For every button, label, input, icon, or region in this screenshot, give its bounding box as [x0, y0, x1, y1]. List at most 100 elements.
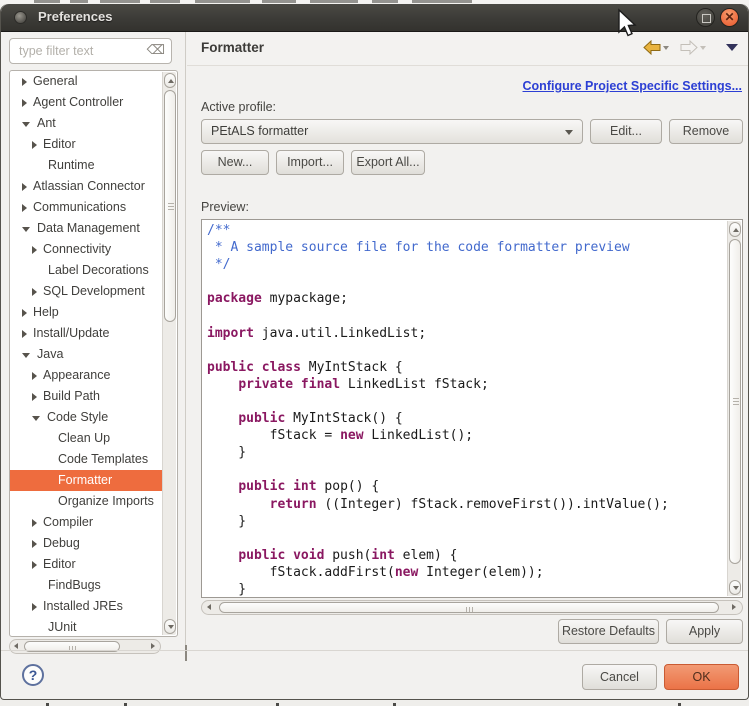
chevron-right-icon[interactable] [32, 519, 37, 527]
new-button[interactable]: New... [201, 150, 269, 175]
chevron-right-icon[interactable] [32, 561, 37, 569]
tree-item-connectivity[interactable]: Connectivity [10, 239, 162, 260]
chevron-down-icon[interactable] [22, 227, 30, 232]
chevron-right-icon[interactable] [32, 246, 37, 254]
forward-menu-icon[interactable] [700, 46, 706, 50]
chevron-right-icon[interactable] [22, 183, 27, 191]
tree-item-code-templates[interactable]: Code Templates [10, 449, 162, 470]
close-button[interactable]: ✕ [720, 8, 739, 27]
configure-project-settings-link[interactable]: Configure Project Specific Settings... [523, 79, 742, 93]
tree-item-general[interactable]: General [10, 71, 162, 92]
tree-item-organize-imports[interactable]: Organize Imports [10, 491, 162, 512]
back-icon[interactable] [643, 40, 661, 55]
tree-item-help[interactable]: Help [10, 302, 162, 323]
filter-input[interactable] [17, 42, 145, 60]
view-menu-icon[interactable] [726, 44, 738, 51]
export-all-button[interactable]: Export All... [351, 150, 425, 175]
profile-select[interactable]: PEtALS formatter [201, 119, 583, 144]
tree-item-formatter[interactable]: Formatter [10, 470, 162, 491]
chevron-right-icon[interactable] [32, 288, 37, 296]
tree-item-label: Runtime [48, 158, 95, 172]
code-line: /** [207, 222, 727, 239]
chevron-right-icon[interactable] [22, 330, 27, 338]
chevron-right-icon[interactable] [32, 540, 37, 548]
code-line: return ((Integer) fStack.removeFirst()).… [207, 496, 727, 513]
window-title: Preferences [38, 9, 112, 24]
preview-scroll-thumb[interactable] [729, 239, 741, 564]
tree-item-ant[interactable]: Ant [10, 113, 162, 134]
maximize-button[interactable] [696, 8, 715, 27]
clear-filter-icon[interactable]: ⌫ [147, 42, 165, 58]
tree-item-editor[interactable]: Editor [10, 554, 162, 575]
tree-item-compiler[interactable]: Compiler [10, 512, 162, 533]
scroll-down-button[interactable] [164, 619, 176, 634]
chevron-down-icon[interactable] [32, 416, 40, 421]
tree-item-atlassian-connector[interactable]: Atlassian Connector [10, 176, 162, 197]
forward-icon[interactable] [680, 40, 698, 55]
tree-item-clean-up[interactable]: Clean Up [10, 428, 162, 449]
preview-vertical-scrollbar[interactable] [727, 221, 741, 596]
chevron-down-icon[interactable] [22, 122, 30, 127]
chevron-right-icon[interactable] [22, 99, 27, 107]
preview-hscroll-thumb[interactable] [219, 602, 719, 613]
back-menu-icon[interactable] [663, 46, 669, 50]
tree-item-debug[interactable]: Debug [10, 533, 162, 554]
chevron-down-icon[interactable] [22, 353, 30, 358]
scroll-up-button[interactable] [729, 222, 741, 237]
preferences-dialog: Preferences ✕ ⌫ GeneralAgent ControllerA… [0, 4, 749, 700]
tree-item-appearance[interactable]: Appearance [10, 365, 162, 386]
tree-item-installed-jres[interactable]: Installed JREs [10, 596, 162, 617]
tree-vertical-scrollbar[interactable] [162, 72, 176, 635]
tree-item-code-style[interactable]: Code Style [10, 407, 162, 428]
apply-button[interactable]: Apply [666, 619, 743, 644]
tree-item-java[interactable]: Java [10, 344, 162, 365]
chevron-right-icon[interactable] [32, 603, 37, 611]
scroll-left-button[interactable] [204, 602, 217, 613]
code-line [207, 342, 727, 359]
chevron-right-icon[interactable] [32, 141, 37, 149]
chevron-right-icon[interactable] [22, 204, 27, 212]
tree-item-install-update[interactable]: Install/Update [10, 323, 162, 344]
preview-horizontal-scrollbar[interactable] [201, 600, 743, 615]
chevron-right-icon[interactable] [22, 309, 27, 317]
scroll-right-button[interactable] [727, 602, 740, 613]
code-line [207, 307, 727, 324]
ok-button[interactable]: OK [664, 664, 739, 690]
tree-item-runtime[interactable]: Runtime [10, 155, 162, 176]
tree-item-label: Java [37, 347, 63, 361]
scroll-down-button[interactable] [729, 580, 741, 595]
chevron-right-icon[interactable] [22, 78, 27, 86]
import-button[interactable]: Import... [276, 150, 344, 175]
help-button[interactable]: ? [22, 664, 44, 686]
code-line [207, 530, 727, 547]
tree-item-sql-development[interactable]: SQL Development [10, 281, 162, 302]
remove-button[interactable]: Remove [669, 119, 743, 144]
tree-item-label: Communications [33, 200, 126, 214]
tree-item-label: Build Path [43, 389, 100, 403]
preview-code[interactable]: /** * A sample source file for the code … [202, 220, 727, 597]
profile-value: PEtALS formatter [211, 124, 308, 138]
tree-item-build-path[interactable]: Build Path [10, 386, 162, 407]
tree-item-label: Editor [43, 557, 76, 571]
cancel-button[interactable]: Cancel [582, 664, 657, 690]
tree-item-findbugs[interactable]: FindBugs [10, 575, 162, 596]
scroll-up-button[interactable] [164, 73, 176, 88]
tree-item-editor[interactable]: Editor [10, 134, 162, 155]
code-line: fStack = new LinkedList(); [207, 427, 727, 444]
tree-scroll-thumb[interactable] [164, 90, 176, 322]
tree-item-communications[interactable]: Communications [10, 197, 162, 218]
tree-item-data-management[interactable]: Data Management [10, 218, 162, 239]
tree-item-label-decorations[interactable]: Label Decorations [10, 260, 162, 281]
restore-defaults-button[interactable]: Restore Defaults [558, 619, 659, 644]
titlebar[interactable]: Preferences ✕ [1, 4, 748, 32]
tree-item-agent-controller[interactable]: Agent Controller [10, 92, 162, 113]
tree-item-junit[interactable]: JUnit [10, 617, 162, 637]
code-line: fStack.addFirst(new Integer(elem)); [207, 564, 727, 581]
tree-item-label: Code Style [47, 410, 108, 424]
chevron-right-icon[interactable] [32, 393, 37, 401]
chevron-right-icon[interactable] [32, 372, 37, 380]
code-line [207, 273, 727, 290]
edit-button[interactable]: Edit... [590, 119, 662, 144]
page-header: Formatter [187, 32, 749, 66]
tree-item-label: SQL Development [43, 284, 145, 298]
